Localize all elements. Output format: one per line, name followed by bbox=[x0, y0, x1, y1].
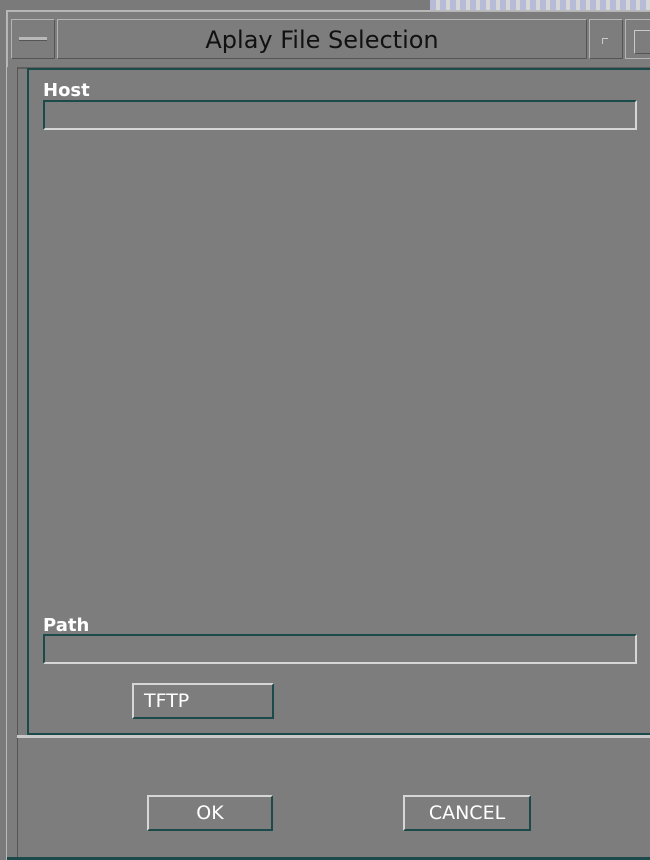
maximize-glyph bbox=[634, 30, 650, 54]
ok-button[interactable]: OK bbox=[147, 795, 273, 831]
screen: Aplay File Selection Host Path TFTP OK C… bbox=[0, 0, 650, 860]
window-title[interactable]: Aplay File Selection bbox=[57, 19, 587, 59]
desktop-strip bbox=[430, 0, 650, 10]
file-selection-panel: Host Path TFTP bbox=[27, 68, 650, 735]
tftp-button[interactable]: TFTP bbox=[132, 683, 274, 719]
maximize-icon[interactable] bbox=[625, 19, 650, 59]
cancel-button[interactable]: CANCEL bbox=[403, 795, 531, 831]
path-input[interactable] bbox=[43, 634, 637, 664]
window-menu-bar bbox=[19, 37, 47, 41]
file-selection-window: Aplay File Selection Host Path TFTP OK C… bbox=[6, 10, 650, 860]
minimize-glyph bbox=[602, 38, 608, 44]
path-label: Path bbox=[43, 615, 90, 636]
minimize-icon[interactable] bbox=[589, 19, 623, 59]
host-label: Host bbox=[43, 80, 90, 101]
window-menu-icon[interactable] bbox=[11, 19, 55, 59]
host-input[interactable] bbox=[43, 100, 637, 130]
title-bar[interactable]: Aplay File Selection bbox=[7, 11, 650, 69]
panel-divider bbox=[17, 735, 650, 738]
window-left-frame bbox=[7, 67, 18, 857]
